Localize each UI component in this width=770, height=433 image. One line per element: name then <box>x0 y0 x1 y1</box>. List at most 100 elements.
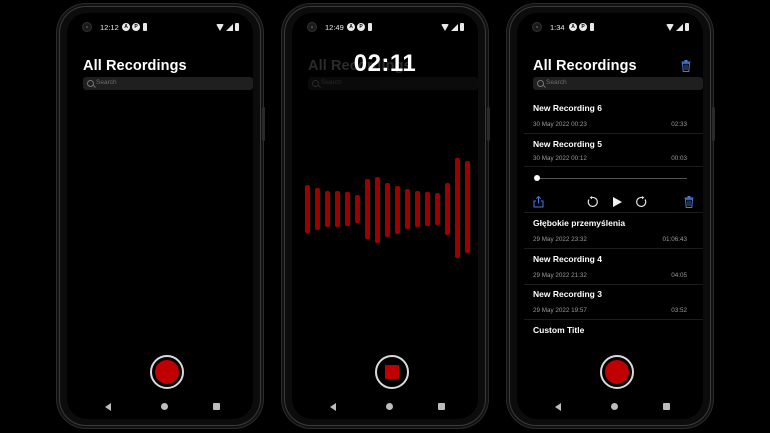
page-title: All Recordings <box>83 58 187 74</box>
screen: 1:34 A P All Recordings Search New Recor… <box>517 13 703 419</box>
search-input[interactable]: Search <box>83 77 253 90</box>
wifi-icon <box>666 23 674 31</box>
recording-title: Głębokie przemyślenia <box>533 218 626 228</box>
status-time: 1:34 <box>550 23 565 32</box>
nav-home-icon[interactable] <box>161 403 168 410</box>
waveform-bar <box>335 191 340 227</box>
rewind-icon[interactable] <box>586 196 598 208</box>
status-bar: 12:12 A P <box>67 22 253 34</box>
stop-icon <box>385 365 399 379</box>
waveform-bar <box>405 189 410 229</box>
search-placeholder: Search <box>546 79 567 86</box>
nav-recents-icon[interactable] <box>438 403 445 410</box>
waveform-bar <box>435 193 440 225</box>
notification-icon: A <box>569 23 577 31</box>
nav-recents-icon[interactable] <box>213 403 220 410</box>
record-icon <box>155 360 179 384</box>
recording-date: 29 May 2022 23:32 <box>533 236 587 243</box>
signal-icon <box>676 23 683 31</box>
recording-duration: 04:05 <box>671 272 687 279</box>
playback-slider-thumb[interactable] <box>534 175 540 181</box>
waveform-bar <box>315 188 320 230</box>
recording-date: 30 May 2022 00:23 <box>533 121 587 128</box>
battery-icon <box>143 23 147 31</box>
system-icons <box>441 23 464 31</box>
system-icons <box>666 23 689 31</box>
trash-icon <box>681 60 691 72</box>
battery-icon <box>235 23 239 31</box>
screen: 12:12 A P All Recordings Search <box>67 13 253 419</box>
waveform-bar <box>345 192 350 226</box>
waveform-bar <box>455 158 460 258</box>
forward-icon[interactable] <box>636 196 648 208</box>
battery-icon <box>460 23 464 31</box>
search-icon <box>537 80 544 87</box>
recording-date: 30 May 2022 00:12 <box>533 155 587 162</box>
recording-title: New Recording 5 <box>533 139 602 149</box>
waveform-bar <box>325 191 330 227</box>
status-bar: 12:49 A P <box>292 22 478 34</box>
recording-title: New Recording 3 <box>533 289 602 299</box>
record-icon <box>605 360 629 384</box>
notification-icon: P <box>357 23 365 31</box>
recording-item[interactable]: Custom Title <box>524 320 703 355</box>
recording-item[interactable]: New Recording 6 30 May 2022 00:23 02:33 <box>524 98 703 134</box>
status-bar: 1:34 A P <box>517 22 703 34</box>
waveform-bar <box>445 183 450 235</box>
side-button <box>487 107 490 141</box>
waveform-bar <box>395 186 400 234</box>
record-button[interactable] <box>600 355 634 389</box>
waveform-bar <box>385 183 390 237</box>
battery-icon <box>368 23 372 31</box>
side-button <box>262 107 265 141</box>
recording-title: New Recording 4 <box>533 254 602 264</box>
navigation-bar <box>292 402 478 412</box>
recording-timer: 02:11 <box>353 50 417 77</box>
playback-slider[interactable] <box>535 178 687 179</box>
camera-icon <box>532 22 542 32</box>
battery-icon <box>685 23 689 31</box>
waveform-bar <box>375 177 380 243</box>
divider <box>524 166 703 167</box>
stop-button[interactable] <box>375 355 409 389</box>
system-icons <box>216 23 239 31</box>
delete-all-button[interactable] <box>681 60 691 72</box>
wifi-icon <box>216 23 224 31</box>
recording-duration: 01:06:43 <box>662 236 687 243</box>
recording-date: 29 May 2022 19:57 <box>533 307 587 314</box>
recording-item[interactable]: Głębokie przemyślenia 29 May 2022 23:32 … <box>524 213 703 249</box>
phone-recording: 12:49 A P All Recordings Search 02:11 <box>285 7 490 425</box>
battery-icon <box>590 23 594 31</box>
screen: 12:49 A P All Recordings Search 02:11 <box>292 13 478 419</box>
recording-item-expanded[interactable]: New Recording 5 30 May 2022 00:12 00:03 <box>524 134 703 213</box>
notification-icon: P <box>579 23 587 31</box>
play-icon[interactable] <box>611 196 623 208</box>
search-placeholder: Search <box>321 79 342 86</box>
nav-back-icon[interactable] <box>330 403 336 411</box>
recording-duration: 02:33 <box>671 121 687 128</box>
nav-back-icon[interactable] <box>555 403 561 411</box>
phone-idle: 12:12 A P All Recordings Search <box>60 7 265 425</box>
waveform-bar <box>365 179 370 239</box>
recording-duration: 03:52 <box>671 307 687 314</box>
record-button[interactable] <box>150 355 184 389</box>
share-icon[interactable] <box>533 196 544 208</box>
notification-icon: P <box>132 23 140 31</box>
search-input[interactable]: Search <box>533 77 703 90</box>
recording-item[interactable]: New Recording 4 29 May 2022 21:32 04:05 <box>524 249 703 285</box>
search-icon <box>87 80 94 87</box>
signal-icon <box>451 23 458 31</box>
nav-back-icon[interactable] <box>105 403 111 411</box>
search-input: Search <box>308 77 478 90</box>
trash-icon[interactable] <box>684 196 694 208</box>
signal-icon <box>226 23 233 31</box>
nav-home-icon[interactable] <box>611 403 618 410</box>
search-placeholder: Search <box>96 79 117 86</box>
nav-recents-icon[interactable] <box>663 403 670 410</box>
status-time: 12:12 <box>100 23 119 32</box>
camera-icon <box>82 22 92 32</box>
recording-item[interactable]: New Recording 3 29 May 2022 19:57 03:52 <box>524 284 703 320</box>
notification-icon: A <box>347 23 355 31</box>
waveform <box>302 153 478 263</box>
nav-home-icon[interactable] <box>386 403 393 410</box>
